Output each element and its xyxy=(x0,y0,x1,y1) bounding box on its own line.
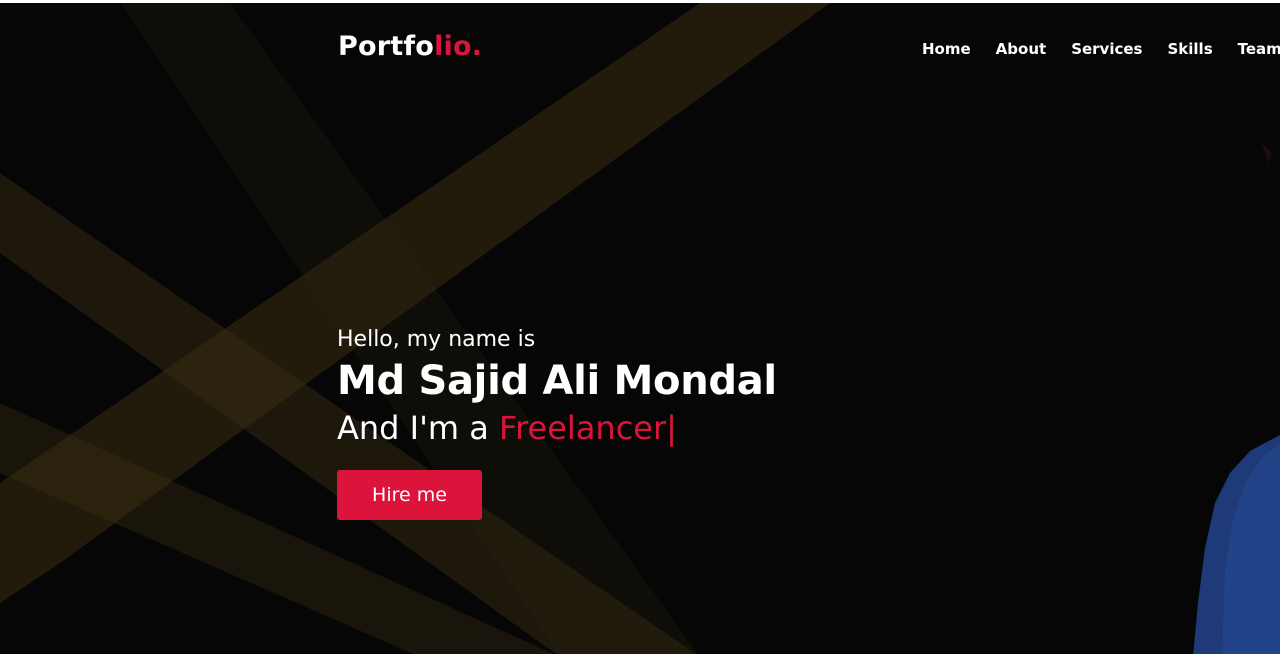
top-navbar: Portfolio. Home About Services Skills Te… xyxy=(0,3,1280,93)
hero-name: Md Sajid Ali Mondal xyxy=(337,358,777,404)
nav-item-teams: Teams xyxy=(1238,39,1280,59)
hero-role-line: And I'm a Freelancer| xyxy=(337,407,777,449)
site-logo[interactable]: Portfolio. xyxy=(338,30,482,64)
nav-link-services[interactable]: Services xyxy=(1071,40,1142,58)
hero-greeting: Hello, my name is xyxy=(337,327,536,352)
nav-item-home: Home xyxy=(922,39,971,59)
portfolio-page: Portfolio. Home About Services Skills Te… xyxy=(0,0,1280,654)
nav-link-home[interactable]: Home xyxy=(922,40,971,58)
logo-main-text: Portfo xyxy=(338,31,435,62)
nav-item-services: Services xyxy=(1071,39,1142,59)
nav-link-skills[interactable]: Skills xyxy=(1167,40,1212,58)
nav-link-about[interactable]: About xyxy=(996,40,1047,58)
logo-accent-text: lio. xyxy=(434,31,483,62)
nav-menu: Home About Services Skills Teams xyxy=(922,39,1280,59)
nav-item-about: About xyxy=(996,39,1047,59)
hero-section: Hello, my name is Md Sajid Ali Mondal An… xyxy=(337,325,777,520)
hero-role: Freelancer xyxy=(499,409,667,447)
typing-cursor: | xyxy=(666,409,677,447)
nav-link-teams[interactable]: Teams xyxy=(1238,40,1280,58)
portrait-icon xyxy=(1193,143,1280,654)
hire-me-button[interactable]: Hire me xyxy=(337,470,482,520)
hero-role-prefix: And I'm a xyxy=(337,409,500,447)
nav-item-skills: Skills xyxy=(1167,39,1212,59)
